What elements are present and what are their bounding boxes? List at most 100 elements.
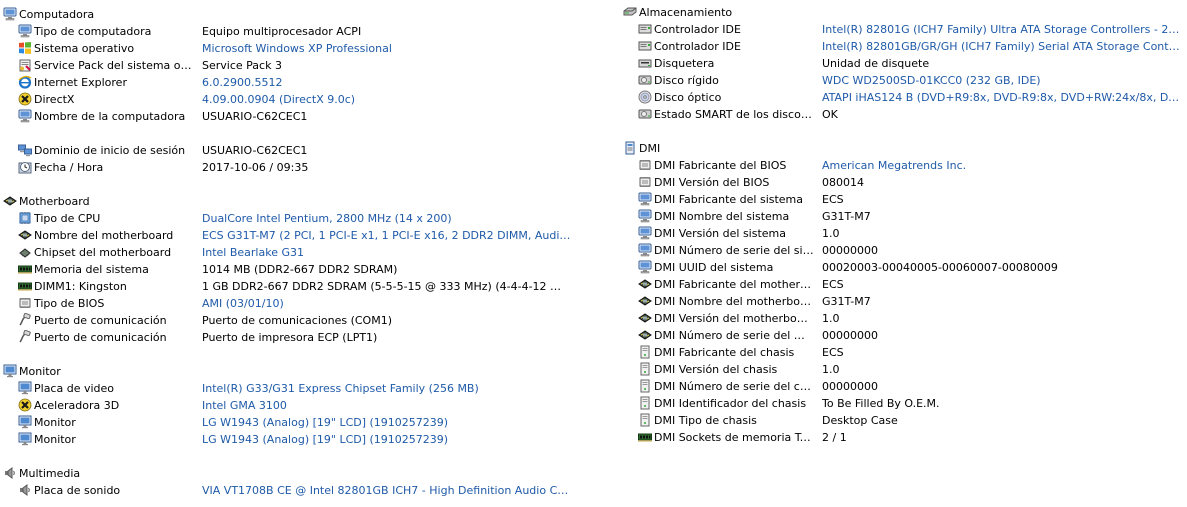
section-header-dmi[interactable]: DMI (620, 140, 1187, 157)
dmi-icon (623, 141, 637, 155)
section-header-almacenamiento[interactable]: Almacenamiento (620, 4, 1187, 21)
property-row-directx[interactable]: DirectX 4.09.00.0904 (DirectX 9.0c) (0, 91, 600, 108)
property-row-nombre-del-motherboard[interactable]: Nombre del motherboard ECS G31T-M7 (2 PCI… (0, 227, 600, 244)
property-value-link[interactable]: ATAPI iHAS124 B (DVD+R9:8x, DVD-R9:8x, D… (822, 91, 1182, 104)
property-value-link[interactable]: American Megatrends Inc. (822, 159, 1182, 172)
property-row-dmi-fabricante-del-bios[interactable]: DMI Fabricante del BIOS American Megatren… (620, 157, 1187, 174)
port-connector-icon (18, 313, 32, 327)
section-header-monitor[interactable]: Monitor (0, 363, 600, 380)
property-row-dmi-sockets-de-memoria-total[interactable]: DMI Sockets de memoria Total ... 2 / 1 (620, 429, 1187, 446)
property-row-dmi-numero-de-serie-del-sistema[interactable]: DMI Número de serie del sistema 00000000 (620, 242, 1187, 259)
motherboard-icon (3, 194, 17, 208)
property-label: DMI Número de serie del chasis (654, 380, 814, 393)
property-row-monitor[interactable]: Monitor LG W1943 (Analog) [19" LCD] (1910… (0, 414, 600, 431)
floppy-drive-icon (638, 56, 652, 70)
property-row-dmi-version-del-sistema[interactable]: DMI Versión del sistema 1.0 (620, 225, 1187, 242)
property-value-link[interactable]: WDC WD2500SD-01KCC0 (232 GB, IDE) (822, 74, 1182, 87)
property-value-link[interactable]: ECS G31T-M7 (2 PCI, 1 PCI-E x1, 1 PCI-E … (202, 229, 572, 242)
internet-explorer-icon (18, 75, 32, 89)
property-row-tipo-de-bios[interactable]: Tipo de BIOS AMI (03/01/10) (0, 295, 600, 312)
memory-icon (638, 430, 652, 444)
property-row-memoria-del-sistema[interactable]: Memoria del sistema 1014 MB (DDR2-667 DDR… (0, 261, 600, 278)
property-row-disco-rigido[interactable]: Disco rígido WDC WD2500SD-01KCC0 (232 GB,… (620, 72, 1187, 89)
property-label: Puerto de comunicación (34, 331, 167, 344)
property-value-link[interactable]: Intel(R) 82801G (ICH7 Family) Ultra ATA … (822, 23, 1182, 36)
chassis-icon (638, 413, 652, 427)
hard-disk-icon (638, 107, 652, 121)
property-row-monitor[interactable]: Monitor LG W1943 (Analog) [19" LCD] (1910… (0, 431, 600, 448)
property-value-link[interactable]: LG W1943 (Analog) [19" LCD] (1910257239) (202, 433, 572, 446)
property-value-link[interactable]: LG W1943 (Analog) [19" LCD] (1910257239) (202, 416, 572, 429)
property-value: 2017-10-06 / 09:35 (202, 161, 309, 174)
property-label: DMI Nombre del motherboard (654, 295, 814, 308)
property-row-dmi-fabricante-del-motherboard[interactable]: DMI Fabricante del motherboard ECS (620, 276, 1187, 293)
motherboard-icon (638, 277, 652, 291)
property-row-controlador-ide[interactable]: Controlador IDE Intel(R) 82801G (ICH7 Fam… (620, 21, 1187, 38)
property-row-puerto-de-comunicacion[interactable]: Puerto de comunicación Puerto de comunica… (0, 312, 600, 329)
property-label: Fecha / Hora (34, 161, 104, 174)
property-row-placa-de-video[interactable]: Placa de video Intel(R) G33/G31 Express C… (0, 380, 600, 397)
property-row-dmi-version-del-motherboard[interactable]: DMI Versión del motherboard 1.0 (620, 310, 1187, 327)
property-row-dmi-nombre-del-motherboard[interactable]: DMI Nombre del motherboard G31T-M7 (620, 293, 1187, 310)
property-row-dmi-identificador-del-chasis[interactable]: DMI Identificador del chasis To Be Filled… (620, 395, 1187, 412)
property-row-tipo-de-computadora[interactable]: Tipo de computadora Equipo multiprocesado… (0, 23, 600, 40)
property-row-disco-optico[interactable]: Disco óptico ATAPI iHAS124 B (DVD+R9:8x, … (620, 89, 1187, 106)
property-row-tipo-de-cpu[interactable]: Tipo de CPU DualCore Intel Pentium, 2800 … (0, 210, 600, 227)
property-value-link[interactable]: AMI (03/01/10) (202, 297, 572, 310)
left-column: Computadora Tipo de computadora Equipo mul… (0, 0, 600, 499)
property-row-sistema-operativo[interactable]: Sistema operativo Microsoft Windows XP Pr… (0, 40, 600, 57)
property-row-internet-explorer[interactable]: Internet Explorer 6.0.2900.5512 (0, 74, 600, 91)
property-value: G31T-M7 (822, 295, 871, 308)
section-header-multimedia[interactable]: Multimedia (0, 465, 600, 482)
property-row-controlador-ide[interactable]: Controlador IDE Intel(R) 82801GB/GR/GH (I… (620, 38, 1187, 55)
property-value: To Be Filled By O.E.M. (822, 397, 940, 410)
property-value-link[interactable]: Intel GMA 3100 (202, 399, 572, 412)
motherboard-icon (18, 228, 32, 242)
property-row-puerto-de-comunicacion[interactable]: Puerto de comunicación Puerto de impresor… (0, 329, 600, 346)
property-row-dmi-tipo-de-chasis[interactable]: DMI Tipo de chasis Desktop Case (620, 412, 1187, 429)
property-value-link[interactable]: Intel Bearlake G31 (202, 246, 572, 259)
property-label: DMI Nombre del sistema (654, 210, 790, 223)
property-label: Nombre del motherboard (34, 229, 174, 242)
property-row-dimm1-kingston[interactable]: DIMM1: Kingston 1 GB DDR2-667 DDR2 SDRAM … (0, 278, 600, 295)
property-row-estado-smart-de-los-discos-rig[interactable]: Estado SMART de los discos ríg... OK (620, 106, 1187, 123)
property-row-dmi-version-del-chasis[interactable]: DMI Versión del chasis 1.0 (620, 361, 1187, 378)
property-value-link[interactable]: 6.0.2900.5512 (202, 76, 572, 89)
section-header-computadora[interactable]: Computadora (0, 6, 600, 23)
section-header-motherboard[interactable]: Motherboard (0, 193, 600, 210)
property-row-dmi-version-del-bios[interactable]: DMI Versión del BIOS 080014 (620, 174, 1187, 191)
property-row-dmi-uuid-del-sistema[interactable]: DMI UUID del sistema 00020003-00040005-00… (620, 259, 1187, 276)
motherboard-icon (638, 294, 652, 308)
property-row-dmi-nombre-del-sistema[interactable]: DMI Nombre del sistema G31T-M7 (620, 208, 1187, 225)
property-value-link[interactable]: DualCore Intel Pentium, 2800 MHz (14 x 2… (202, 212, 572, 225)
property-value: USUARIO-C62CEC1 (202, 144, 308, 157)
property-row-dmi-numero-de-serie-del-chasis[interactable]: DMI Número de serie del chasis 00000000 (620, 378, 1187, 395)
property-value-link[interactable]: Intel(R) 82801GB/GR/GH (ICH7 Family) Ser… (822, 40, 1182, 53)
storage-drive-icon (623, 5, 637, 19)
optical-disc-icon (638, 90, 652, 104)
property-row-nombre-de-la-computadora[interactable]: Nombre de la computadora USUARIO-C62CEC1 (0, 108, 600, 125)
property-value-link[interactable]: Intel(R) G33/G31 Express Chipset Family … (202, 382, 572, 395)
monitor-icon (18, 432, 32, 446)
property-row-fecha-hora[interactable]: Fecha / Hora 2017-10-06 / 09:35 (0, 159, 600, 176)
property-row-dmi-fabricante-del-chasis[interactable]: DMI Fabricante del chasis ECS (620, 344, 1187, 361)
property-value-link[interactable]: VIA VT1708B CE @ Intel 82801GB ICH7 - Hi… (202, 484, 572, 497)
property-row-dmi-numero-de-serie-del-moth[interactable]: DMI Número de serie del moth... 00000000 (620, 327, 1187, 344)
property-row-placa-de-sonido[interactable]: Placa de sonido VIA VT1708B CE @ Intel 82… (0, 482, 600, 499)
chipset-icon (18, 245, 32, 259)
property-row-disquetera[interactable]: Disquetera Unidad de disquete (620, 55, 1187, 72)
property-row-dmi-fabricante-del-sistema[interactable]: DMI Fabricante del sistema ECS (620, 191, 1187, 208)
property-value-link[interactable]: Microsoft Windows XP Professional (202, 42, 572, 55)
property-row-service-pack-del-sistema-opera[interactable]: Service Pack del sistema opera... Service… (0, 57, 600, 74)
property-value-link[interactable]: 4.09.00.0904 (DirectX 9.0c) (202, 93, 572, 106)
directx-icon (18, 92, 32, 106)
property-label: Memoria del sistema (34, 263, 149, 276)
chassis-icon (638, 345, 652, 359)
property-label: DMI Versión del sistema (654, 227, 787, 240)
property-value: 00000000 (822, 329, 878, 342)
property-row-aceleradora-3d[interactable]: Aceleradora 3D Intel GMA 3100 (0, 397, 600, 414)
property-row-dominio-de-inicio-de-sesion[interactable]: Dominio de inicio de sesión USUARIO-C62CE… (0, 142, 600, 159)
property-label: DMI Número de serie del sistema (654, 244, 814, 257)
property-row-chipset-del-motherboard[interactable]: Chipset del motherboard Intel Bearlake G3… (0, 244, 600, 261)
property-label: Placa de sonido (34, 484, 121, 497)
